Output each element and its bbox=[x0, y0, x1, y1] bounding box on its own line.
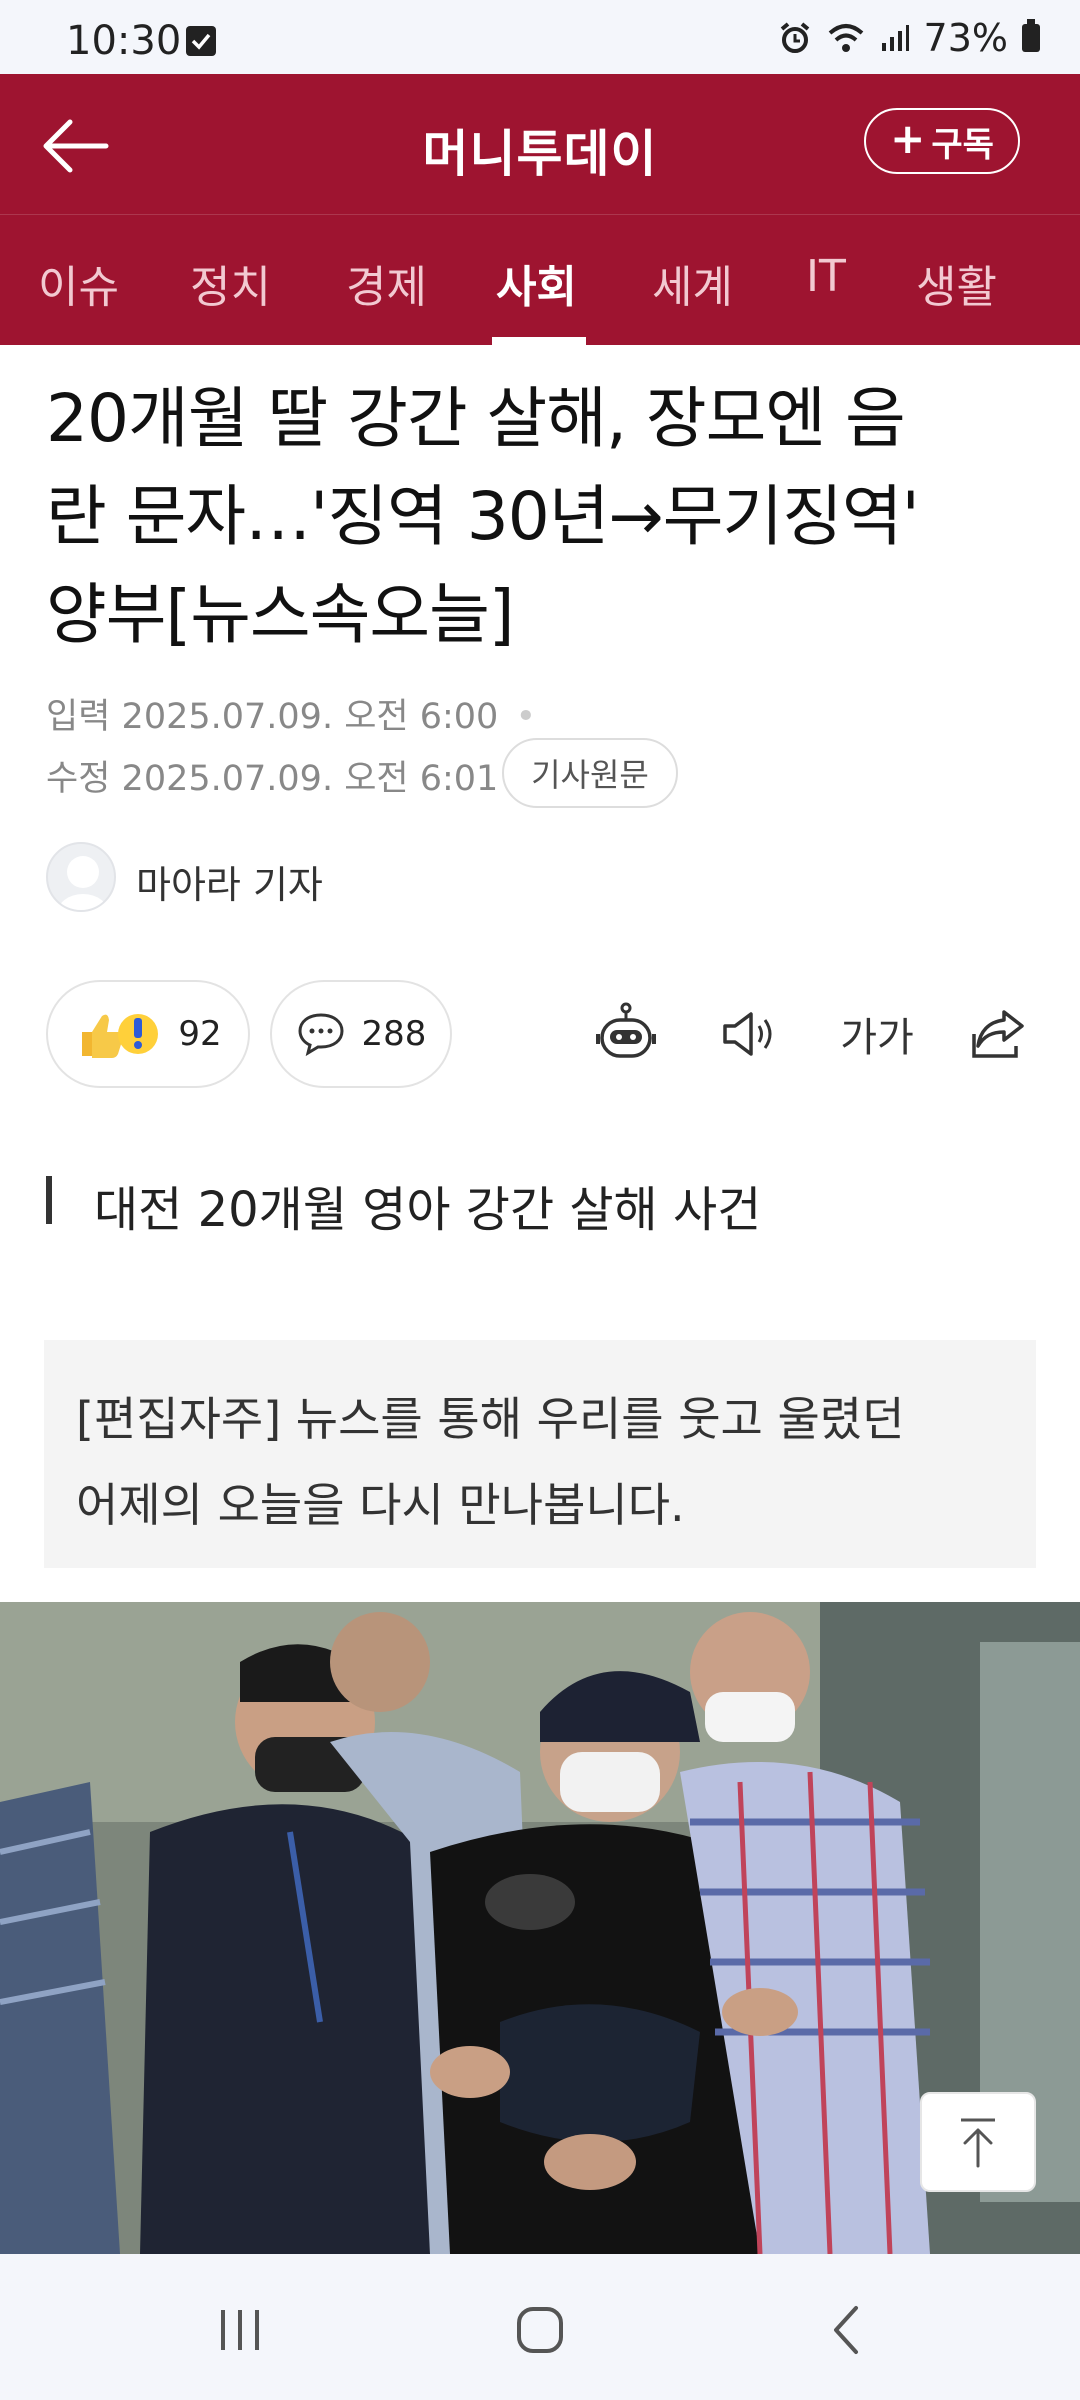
headline-line: 양부[뉴스속오늘] bbox=[46, 576, 515, 653]
speaker-icon bbox=[723, 1012, 772, 1056]
font-size-icon: 가가 bbox=[840, 1015, 914, 1061]
scroll-top-icon bbox=[961, 2118, 995, 2168]
tab-issue[interactable]: 이슈 bbox=[38, 251, 119, 315]
modified-time: 2025.07.09. 오전 6:01 bbox=[121, 759, 499, 799]
status-bar: 10:30 73% bbox=[0, 0, 1080, 74]
comment-count: 288 bbox=[361, 1014, 427, 1054]
plus-icon: + bbox=[890, 114, 926, 163]
active-tab-indicator bbox=[492, 337, 586, 345]
system-navigation-bar bbox=[0, 2254, 1080, 2400]
editor-note-line: 어제의 오늘을 다시 만나봅니다. bbox=[76, 1478, 685, 1532]
modified-date: 수정 2025.07.09. 오전 6:01 bbox=[46, 750, 498, 801]
section-marker bbox=[46, 1176, 52, 1224]
font-size-button[interactable]: 가가 bbox=[834, 996, 920, 1072]
original-article-button[interactable]: 기사원문 bbox=[502, 738, 678, 808]
category-tabs: 이슈 정치 경제 사회 세계 IT 생활 bbox=[0, 214, 1080, 345]
headline-line: 란 문자…'징역 30년→무기징역' bbox=[46, 478, 920, 555]
share-button[interactable] bbox=[960, 996, 1036, 1072]
separator-dot: • bbox=[515, 697, 537, 737]
robot-icon bbox=[596, 1002, 656, 1058]
subscribe-label: 구독 bbox=[931, 124, 994, 165]
battery-percent: 73% bbox=[923, 16, 1008, 60]
app-bar: 머니투데이 + 구독 bbox=[0, 74, 1080, 214]
reporter-avatar[interactable] bbox=[46, 842, 116, 912]
back-nav-button[interactable] bbox=[806, 2294, 886, 2366]
status-time: 10:30 bbox=[66, 18, 182, 64]
like-count: 92 bbox=[178, 1014, 222, 1054]
status-icons: 73% bbox=[778, 16, 1040, 60]
tab-world[interactable]: 세계 bbox=[652, 251, 733, 315]
back-nav-icon bbox=[834, 2306, 858, 2354]
ai-summary-button[interactable] bbox=[588, 996, 664, 1072]
tab-society[interactable]: 사회 bbox=[496, 251, 577, 315]
home-button[interactable] bbox=[500, 2294, 580, 2366]
reporter-name[interactable]: 마아라 기자 bbox=[136, 854, 323, 909]
subscribe-button[interactable]: + 구독 bbox=[864, 108, 1020, 174]
tab-economy[interactable]: 경제 bbox=[346, 251, 427, 315]
tab-life[interactable]: 생활 bbox=[916, 251, 997, 315]
tab-politics[interactable]: 정치 bbox=[190, 251, 271, 315]
recent-apps-icon bbox=[221, 2310, 259, 2350]
editor-note-line: [편집자주] 뉴스를 통해 우리를 웃고 울렸던 bbox=[76, 1392, 905, 1446]
input-label: 입력 bbox=[46, 697, 111, 737]
modified-label: 수정 bbox=[46, 759, 111, 799]
article-photo[interactable] bbox=[0, 1602, 1080, 2254]
input-date: 입력 2025.07.09. 오전 6:00 • bbox=[46, 688, 536, 739]
reaction-emoji-icon bbox=[82, 1014, 159, 1058]
comment-icon bbox=[298, 1013, 344, 1057]
alarm-icon bbox=[780, 22, 809, 53]
section-title: 대전 20개월 영아 강간 살해 사건 bbox=[94, 1182, 762, 1238]
notification-check-icon bbox=[186, 26, 216, 56]
headline-line: 20개월 딸 강간 살해, 장모엔 음 bbox=[46, 380, 906, 457]
wifi-icon bbox=[828, 24, 863, 52]
battery-icon bbox=[1022, 19, 1040, 52]
article-headline: 20개월 딸 강간 살해, 장모엔 음 란 문자…'징역 30년→무기징역' 양… bbox=[46, 370, 1046, 664]
share-icon bbox=[972, 1010, 1024, 1058]
signal-icon bbox=[881, 25, 909, 51]
recent-apps-button[interactable] bbox=[200, 2294, 280, 2366]
scroll-to-top-button[interactable] bbox=[920, 2092, 1036, 2192]
reaction-button[interactable]: 92 bbox=[46, 980, 250, 1088]
home-icon bbox=[517, 2307, 563, 2353]
listen-button[interactable] bbox=[712, 996, 788, 1072]
editor-note: [편집자주] 뉴스를 통해 우리를 웃고 울렸던 어제의 오늘을 다시 만나봅니… bbox=[44, 1340, 1036, 1568]
comment-button[interactable]: 288 bbox=[270, 980, 452, 1088]
input-time: 2025.07.09. 오전 6:00 bbox=[121, 697, 499, 737]
tab-it[interactable]: IT bbox=[806, 251, 846, 302]
